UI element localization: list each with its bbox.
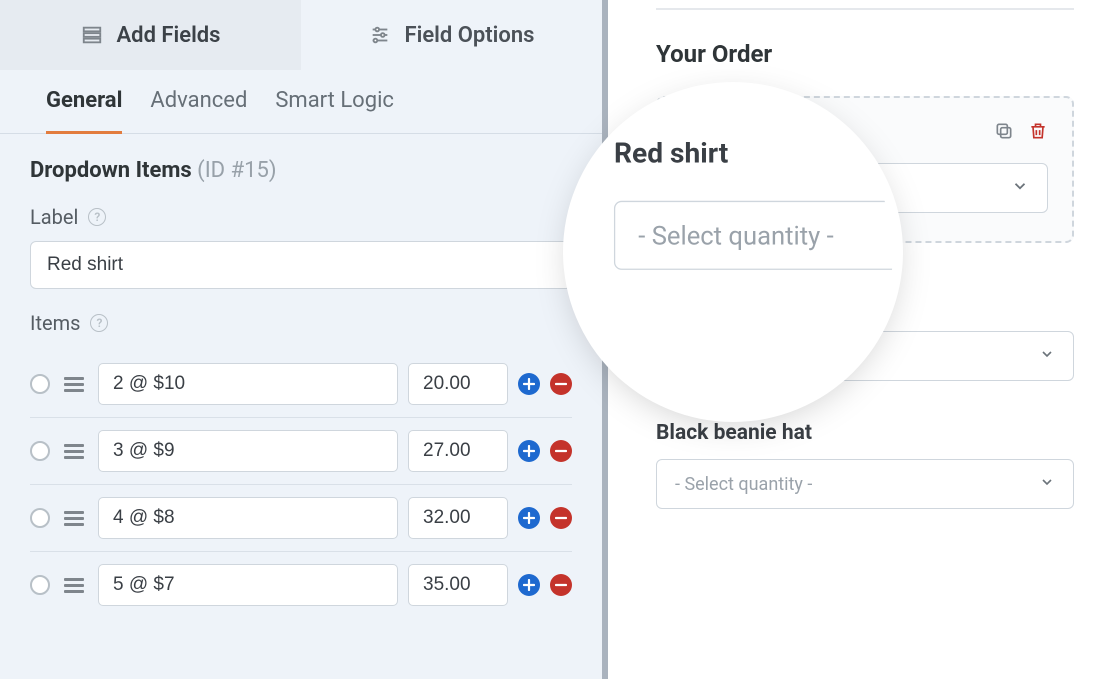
item-price-input[interactable] xyxy=(408,363,508,405)
field-card-title: Red shirt xyxy=(682,120,771,145)
options-panel: Dropdown Items (ID #15) Label ? Items ? xyxy=(0,134,602,679)
subtab-general[interactable]: General xyxy=(46,88,122,134)
chevron-down-icon xyxy=(1011,177,1029,199)
quantity-select[interactable]: - Select quantity - xyxy=(656,459,1074,509)
add-item-button[interactable] xyxy=(518,574,540,596)
label-heading: Label ? xyxy=(30,205,572,229)
duplicate-icon[interactable] xyxy=(994,121,1014,145)
add-item-button[interactable] xyxy=(518,440,540,462)
section-id: (ID #15) xyxy=(197,158,276,183)
default-radio[interactable] xyxy=(30,575,50,595)
top-tabs: Add Fields Field Options xyxy=(0,0,602,70)
item-label-input[interactable] xyxy=(98,363,398,405)
section-title-text: Dropdown Items xyxy=(30,158,192,183)
drag-handle-icon[interactable] xyxy=(60,444,88,459)
item-row xyxy=(30,485,572,552)
default-radio[interactable] xyxy=(30,374,50,394)
item-label-input[interactable] xyxy=(98,564,398,606)
select-placeholder: - Select quantity - xyxy=(701,176,854,200)
item-row xyxy=(30,418,572,485)
item-label-input[interactable] xyxy=(98,430,398,472)
subtab-advanced[interactable]: Advanced xyxy=(150,88,247,134)
drag-handle-icon[interactable] xyxy=(60,377,88,392)
preview-field[interactable]: - Select quantity - xyxy=(656,331,1074,381)
chevron-down-icon xyxy=(1039,346,1055,366)
item-price-input[interactable] xyxy=(408,430,508,472)
preview-field-title: Black beanie hat xyxy=(656,421,1074,445)
select-placeholder: - Select quantity - xyxy=(675,474,812,495)
default-radio[interactable] xyxy=(30,508,50,528)
order-heading: Your Order xyxy=(656,40,1074,68)
item-price-input[interactable] xyxy=(408,564,508,606)
quantity-select[interactable]: - Select quantity - xyxy=(656,331,1074,381)
subtab-smart-logic[interactable]: Smart Logic xyxy=(275,88,394,134)
sub-tabs: General Advanced Smart Logic xyxy=(0,70,602,134)
preview-field[interactable]: Black beanie hat - Select quantity - xyxy=(656,421,1074,509)
select-placeholder: - Select quantity - xyxy=(675,346,812,367)
items-heading-text: Items xyxy=(30,311,80,335)
remove-item-button[interactable] xyxy=(550,440,572,462)
item-row xyxy=(30,351,572,418)
help-icon[interactable]: ? xyxy=(88,208,106,226)
chevron-down-icon xyxy=(1039,474,1055,494)
selected-field-card[interactable]: Red shirt - Select quantity - xyxy=(656,96,1074,243)
add-fields-icon xyxy=(81,24,103,46)
item-row xyxy=(30,552,572,618)
drag-handle-icon[interactable] xyxy=(60,578,88,593)
remove-item-button[interactable] xyxy=(550,373,572,395)
tab-field-options[interactable]: Field Options xyxy=(301,0,602,70)
label-input[interactable] xyxy=(30,241,572,289)
remove-item-button[interactable] xyxy=(550,574,572,596)
label-heading-text: Label xyxy=(30,205,78,229)
trash-icon[interactable] xyxy=(1028,121,1048,145)
builder-sidebar: Add Fields Field Options General Advance… xyxy=(0,0,608,679)
default-radio[interactable] xyxy=(30,441,50,461)
tab-add-fields-label: Add Fields xyxy=(117,23,221,48)
items-heading: Items ? xyxy=(30,311,572,335)
divider xyxy=(656,8,1074,10)
help-icon[interactable]: ? xyxy=(90,314,108,332)
remove-item-button[interactable] xyxy=(550,507,572,529)
add-item-button[interactable] xyxy=(518,373,540,395)
drag-handle-icon[interactable] xyxy=(60,511,88,526)
sliders-icon xyxy=(369,24,391,46)
tab-field-options-label: Field Options xyxy=(405,23,535,48)
form-preview: Your Order Red shirt - Select quantity - xyxy=(608,0,1116,679)
tab-add-fields[interactable]: Add Fields xyxy=(0,0,301,70)
add-item-button[interactable] xyxy=(518,507,540,529)
item-label-input[interactable] xyxy=(98,497,398,539)
item-price-input[interactable] xyxy=(408,497,508,539)
items-list xyxy=(30,351,572,618)
quantity-select[interactable]: - Select quantity - xyxy=(682,163,1048,213)
section-title: Dropdown Items (ID #15) xyxy=(30,158,572,183)
